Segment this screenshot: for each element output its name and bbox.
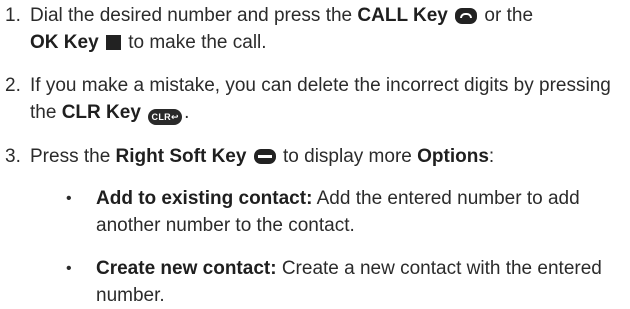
step-text-part: to display more: [277, 146, 418, 167]
right-soft-key-label: Right Soft Key: [115, 146, 247, 167]
step-2: 2. If you make a mistake, you can delete…: [0, 72, 626, 126]
step-text-part: :: [488, 146, 495, 167]
bullet-text: Add to existing contact: Add the entered…: [96, 185, 626, 239]
step-number: 2.: [5, 75, 21, 96]
ok-key-icon: [105, 35, 121, 50]
bullet-marker: •: [66, 260, 72, 277]
step-text-part: Press the: [30, 146, 116, 167]
step-text-part: or the: [479, 5, 534, 26]
clr-key-icon: CLR↩: [148, 109, 183, 125]
step-text: Press the Right Soft Key to display more…: [30, 143, 626, 170]
option-add-to-existing-contact: • Add to existing contact: Add the enter…: [0, 185, 626, 239]
options-label: Options: [417, 146, 489, 167]
call-key-icon: [455, 8, 478, 24]
step-text: If you make a mistake, you can delete th…: [30, 72, 626, 126]
step-3: 3. Press the Right Soft Key to display m…: [0, 143, 626, 170]
call-key-label: CALL Key: [357, 5, 448, 26]
step-text: Dial the desired number and press the CA…: [30, 2, 626, 56]
step-number: 3.: [5, 146, 21, 167]
option-term: Create new contact:: [96, 258, 277, 279]
option-term: Add to existing contact:: [96, 188, 313, 209]
step-1: 1. Dial the desired number and press the…: [0, 2, 626, 56]
step-text-part: Dial the desired number and press the: [30, 5, 358, 26]
step-number: 1.: [5, 5, 21, 26]
step-text-part: .: [184, 102, 190, 123]
bullet-text: Create new contact: Create a new contact…: [96, 255, 626, 309]
option-create-new-contact: • Create new contact: Create a new conta…: [0, 255, 626, 309]
clr-key-label: CLR Key: [61, 102, 141, 123]
right-soft-key-icon: [253, 149, 276, 164]
bullet-marker: •: [66, 190, 72, 207]
ok-key-label: OK Key: [30, 32, 99, 53]
instruction-document: 1. Dial the desired number and press the…: [0, 0, 630, 308]
step-text-part: to make the call.: [122, 32, 267, 53]
